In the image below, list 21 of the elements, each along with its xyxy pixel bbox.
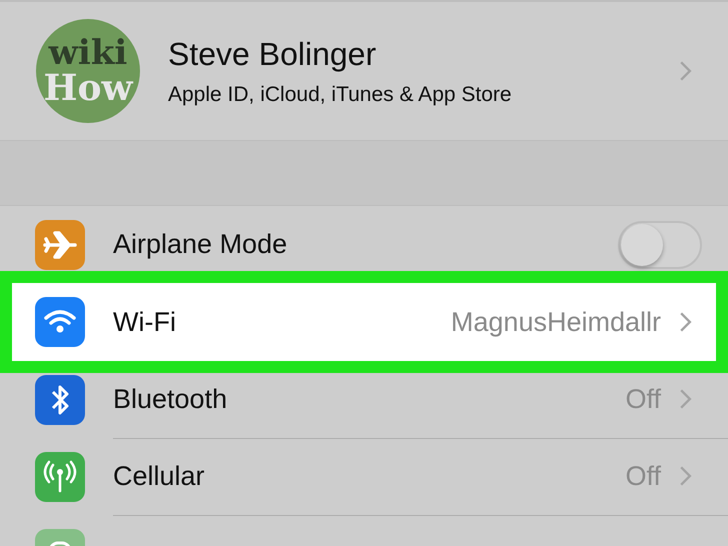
setting-value: MagnusHeimdallr: [450, 306, 661, 338]
bluetooth-icon: [35, 374, 85, 424]
setting-value: Off: [625, 384, 661, 414]
chevron-icon[interactable]: [679, 388, 692, 410]
profile-subtitle: Apple ID, iCloud, iTunes & App Store: [168, 82, 513, 106]
toggle-switch[interactable]: [618, 220, 702, 268]
setting-label: Cellular: [113, 460, 205, 492]
setting-value: Off: [625, 460, 661, 492]
antenna-icon: [35, 452, 85, 502]
airplane-icon: [35, 220, 85, 270]
setting-label: Airplane Mode: [113, 229, 288, 260]
avatar-text: How: [43, 70, 132, 106]
highlighted-row[interactable]: Wi-Fi MagnusHeimdallr: [0, 271, 728, 373]
avatar-text: wiki: [48, 36, 128, 70]
chevron-icon[interactable]: [679, 311, 692, 333]
chevron-icon[interactable]: [679, 60, 692, 82]
setting-label: Bluetooth: [113, 384, 228, 414]
chevron-icon[interactable]: [679, 465, 692, 487]
setting-label: Wi-Fi: [113, 306, 176, 338]
profile-name: Steve Bolinger: [168, 36, 378, 72]
wifi-icon: [35, 297, 85, 347]
